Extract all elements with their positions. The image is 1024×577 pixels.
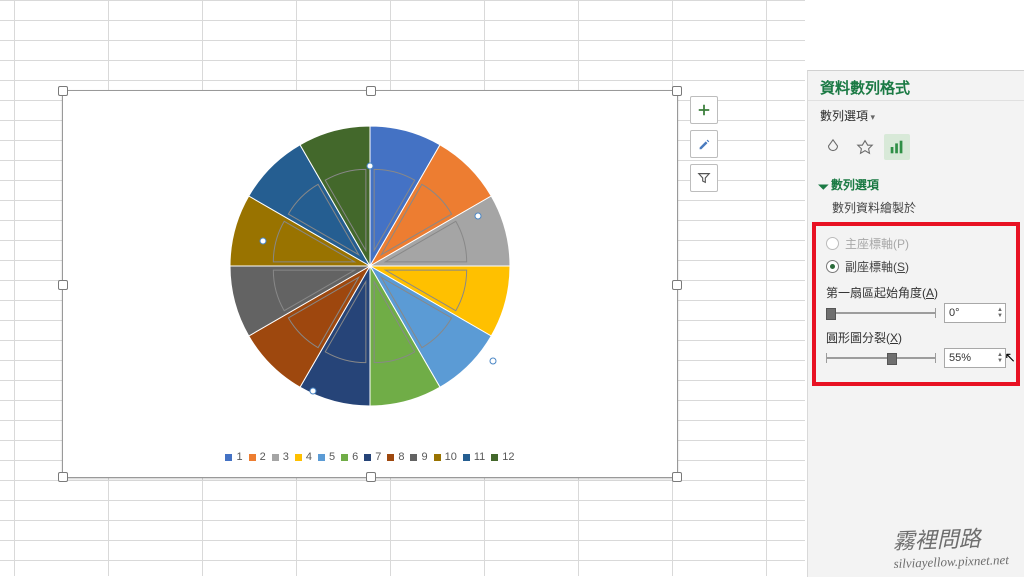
legend-label: 11 <box>474 451 485 463</box>
legend-swatch <box>318 454 325 461</box>
fill-line-icon[interactable] <box>820 134 846 160</box>
explosion-input[interactable]: 55% ▲▼ <box>944 348 1006 368</box>
pie-explosion-label: 圓形圖分裂(X) <box>826 323 1006 348</box>
angle-input[interactable]: 0° ▲▼ <box>944 303 1006 323</box>
radio-icon <box>826 260 839 273</box>
legend-swatch <box>364 454 371 461</box>
explosion-value: 55% <box>949 352 971 364</box>
legend-item[interactable]: 10 <box>434 451 457 463</box>
legend-swatch <box>491 454 498 461</box>
legend-swatch <box>249 454 256 461</box>
pane-category-icons <box>808 130 1024 170</box>
chart-legend[interactable]: 123456789101112 <box>63 445 677 469</box>
legend-label: 1 <box>236 451 242 463</box>
resize-handle[interactable] <box>58 472 68 482</box>
explosion-slider[interactable] <box>826 351 936 365</box>
legend-item[interactable]: 6 <box>341 451 358 463</box>
legend-swatch <box>434 454 441 461</box>
legend-label: 2 <box>260 451 266 463</box>
chart-filters-button[interactable] <box>690 164 718 192</box>
legend-swatch <box>463 454 470 461</box>
legend-item[interactable]: 9 <box>410 451 427 463</box>
legend-swatch <box>341 454 348 461</box>
secondary-axis-label: 副座標軸(S) <box>845 258 909 275</box>
series-options-section-label: 數列選項 <box>831 176 879 193</box>
legend-label: 9 <box>421 451 427 463</box>
legend-item[interactable]: 4 <box>295 451 312 463</box>
pane-title: 資料數列格式 <box>808 71 1024 101</box>
legend-label: 10 <box>445 451 457 463</box>
legend-swatch <box>410 454 417 461</box>
watermark-line1: 霧裡問路 <box>892 520 1008 556</box>
legend-label: 4 <box>306 451 312 463</box>
radio-icon <box>826 237 839 250</box>
legend-swatch <box>272 454 279 461</box>
watermark: 霧裡問路 silviayellow.pixnet.net <box>892 520 1009 572</box>
legend-label: 5 <box>329 451 335 463</box>
series-options-icon[interactable] <box>884 134 910 160</box>
chart-object[interactable]: 123456789101112 <box>62 90 678 478</box>
primary-axis-radio[interactable]: 主座標軸(P) <box>826 232 1006 255</box>
secondary-axis-radio[interactable]: 副座標軸(S) <box>826 255 1006 278</box>
format-pane: 資料數列格式 數列選項 數列選項 數列資料繪製於 主座標軸(P) 副座標軸(S)… <box>807 70 1024 577</box>
worksheet-area[interactable]: 123456789101112 <box>0 0 805 576</box>
series-options-dropdown[interactable]: 數列選項 <box>808 101 1024 130</box>
chart-hover-buttons <box>690 96 720 198</box>
chart-styles-button[interactable] <box>690 130 718 158</box>
cursor-icon: ↖ <box>1004 349 1016 366</box>
legend-item[interactable]: 3 <box>272 451 289 463</box>
legend-item[interactable]: 12 <box>491 451 514 463</box>
legend-item[interactable]: 7 <box>364 451 381 463</box>
plot-series-on-label: 數列資料繪製於 <box>808 199 1024 220</box>
spinner-icon[interactable]: ▲▼ <box>997 307 1003 319</box>
series-options-section-header[interactable]: 數列選項 <box>808 170 1024 199</box>
angle-slider[interactable] <box>826 306 936 320</box>
resize-handle[interactable] <box>672 472 682 482</box>
angle-value: 0° <box>949 307 960 319</box>
pie-chart[interactable] <box>63 91 677 431</box>
legend-item[interactable]: 1 <box>225 451 242 463</box>
legend-item[interactable]: 2 <box>249 451 266 463</box>
legend-label: 3 <box>283 451 289 463</box>
resize-handle[interactable] <box>366 472 376 482</box>
legend-item[interactable]: 8 <box>387 451 404 463</box>
angle-of-first-slice-label: 第一扇區起始角度(A) <box>826 278 1006 303</box>
legend-label: 12 <box>502 451 514 463</box>
effects-icon[interactable] <box>852 134 878 160</box>
primary-axis-label: 主座標軸(P) <box>845 235 909 252</box>
chart-elements-button[interactable] <box>690 96 718 124</box>
legend-label: 8 <box>398 451 404 463</box>
legend-swatch <box>225 454 232 461</box>
legend-label: 6 <box>352 451 358 463</box>
highlighted-controls: 主座標軸(P) 副座標軸(S) 第一扇區起始角度(A) 0° ▲▼ 圓形圖分裂(… <box>812 222 1020 386</box>
legend-swatch <box>387 454 394 461</box>
legend-item[interactable]: 5 <box>318 451 335 463</box>
series-options-label: 數列選項 <box>820 109 875 123</box>
legend-label: 7 <box>375 451 381 463</box>
legend-item[interactable]: 11 <box>463 451 485 463</box>
legend-swatch <box>295 454 302 461</box>
spinner-icon[interactable]: ▲▼ <box>997 352 1003 364</box>
